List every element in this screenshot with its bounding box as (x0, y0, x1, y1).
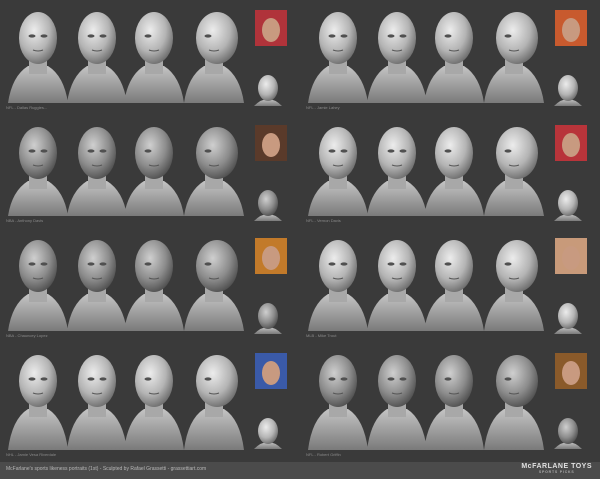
sculpt-bust (8, 12, 68, 103)
sculpt-bust (424, 355, 484, 450)
player-label: NBA - Chauncey Lopez (6, 333, 48, 338)
sculpt-bust (367, 127, 427, 216)
player-label: NBA - Anthony Davis (6, 218, 44, 223)
sculpt-bust (8, 127, 68, 216)
sculpt-bust (67, 240, 127, 331)
sculpt-bust (124, 240, 184, 331)
sculpt-bust (367, 240, 427, 331)
brand-tagline: SPORTS PICKS (538, 470, 575, 474)
sculpt-bust (484, 12, 544, 103)
player-label: NFL - Robert Griffin (306, 452, 341, 457)
portrait-panel (308, 238, 587, 334)
sculpt-bust (424, 127, 484, 216)
sculpt-bust (124, 127, 184, 216)
sculpt-bust (484, 355, 544, 450)
sculpt-gallery (8, 10, 587, 450)
sculpt-bust (8, 355, 68, 450)
portrait-panel (308, 10, 587, 106)
sculpt-bust (124, 355, 184, 450)
portrait-panel (308, 353, 587, 450)
sculpt-bust (124, 12, 184, 103)
player-label: NFL - Jamie Lahey (306, 105, 340, 110)
portrait-panel (8, 10, 287, 106)
brand-logo: McFARLANE TOYS SPORTS PICKS (521, 463, 592, 474)
sculpt-bust (184, 12, 244, 103)
sculpt-bust (8, 240, 68, 331)
player-label: MLB - Mike Trout (306, 333, 337, 338)
sculpt-bust (308, 127, 368, 216)
sculpt-bust (308, 12, 368, 103)
footer-caption: McFarlane's sports likeness portraits (1… (6, 466, 207, 472)
portrait-panel (8, 238, 287, 334)
player-label: NFL - Dallas Ruggles... (6, 105, 48, 110)
sculpt-bust (308, 240, 368, 331)
sculpt-bust (367, 355, 427, 450)
sculpt-bust (184, 240, 244, 331)
sculpt-bust (67, 355, 127, 450)
sculpt-bust (184, 355, 244, 450)
sculpt-bust (67, 127, 127, 216)
portrait-panel (8, 353, 287, 450)
brand-name: McFARLANE TOYS (521, 463, 592, 470)
player-label: NFL - Vernon Davis (306, 218, 341, 223)
sculpt-bust (484, 240, 544, 331)
player-label: NHL - Jamie Vesa Riverdale (6, 452, 57, 457)
portrait-panel (8, 125, 287, 221)
sculpt-bust (424, 12, 484, 103)
portrait-sheet: NFL - Dallas Ruggles... NFL - Jamie Lahey… (0, 0, 600, 479)
sculpt-bust (184, 127, 244, 216)
sculpt-bust (308, 355, 368, 450)
sculpt-bust (424, 240, 484, 331)
sculpt-bust (367, 12, 427, 103)
portrait-panel (308, 125, 587, 221)
sculpt-bust (67, 12, 127, 103)
sculpt-bust (484, 127, 544, 216)
